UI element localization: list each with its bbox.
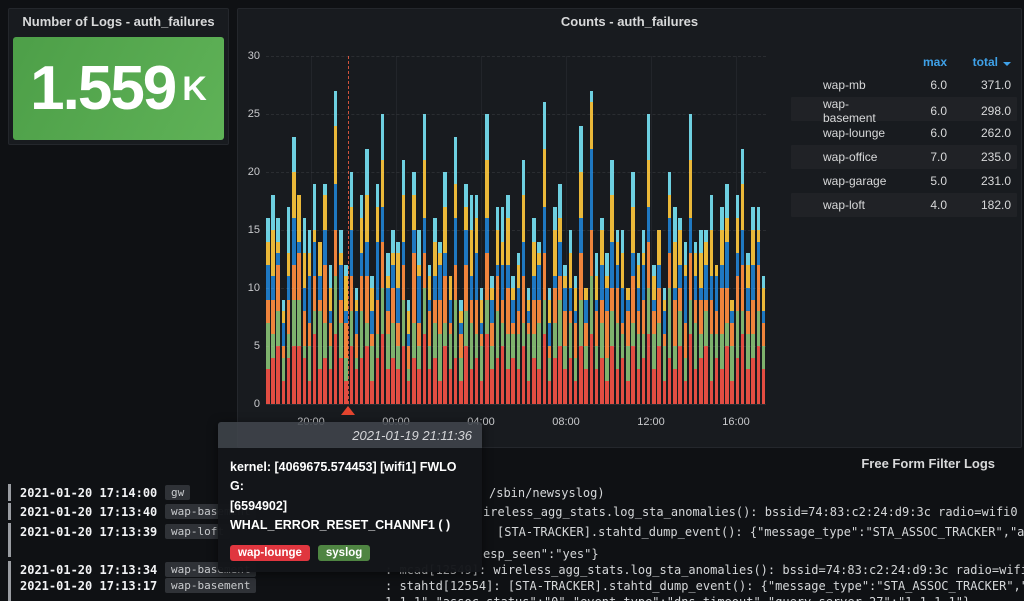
log-message-fragment: ireless_agg_stats.log_sta_anomalies(): b… (483, 505, 1024, 519)
log-timestamp: 2021-01-20 17:13:34 (20, 563, 157, 577)
log-level-bar (8, 503, 11, 520)
log-message: : stahtd[12554]: [STA-TRACKER].stahtd_du… (385, 579, 1024, 593)
log-level-bar (8, 577, 11, 601)
tooltip-message-line: kernel: [4069675.574453] [wifi1] FWLOG: (230, 458, 470, 497)
log-level-bar (8, 561, 11, 578)
tooltip-badges: wap-lounge syslog (230, 545, 470, 561)
tooltip-timestamp: 2021-01-19 21:11:36 (218, 422, 482, 448)
logs-panel: 2021-01-20 17:14:00 gw/sbin/newsyslog) 202… (0, 0, 1024, 601)
tooltip-message-line: WHAL_ERROR_RESET_CHANNF1 ( ) (230, 516, 470, 535)
log-timestamp: 2021-01-20 17:13:40 (20, 505, 157, 519)
graph-tooltip: 2021-01-19 21:11:36 kernel: [4069675.574… (218, 422, 482, 572)
log-host-badge[interactable]: wap-basement (165, 578, 256, 593)
log-message-wrapped-line: 1.1.1","assoc_status":"0","event_type":"… (385, 595, 970, 601)
tooltip-message-line: [6594902] (230, 497, 470, 516)
log-message-fragment: /sbin/newsyslog) (489, 486, 605, 500)
log-message-fragment: [STA-TRACKER].stahtd_dump_event(): {"mes… (497, 525, 1024, 539)
log-message-wrapped-line: esp_seen":"yes"} (483, 547, 599, 561)
log-timestamp: 2021-01-20 17:13:39 (20, 525, 157, 539)
log-host-badge[interactable]: gw (165, 485, 190, 500)
log-timestamp: 2021-01-20 17:14:00 (20, 486, 157, 500)
tooltip-body: kernel: [4069675.574453] [wifi1] FWLOG:[… (218, 448, 482, 572)
logs-panel-title[interactable]: Free Form Filter Logs (861, 456, 995, 471)
log-timestamp: 2021-01-20 17:13:17 (20, 579, 157, 593)
tooltip-message: kernel: [4069675.574453] [wifi1] FWLOG:[… (230, 458, 470, 536)
log-level-bar (8, 523, 11, 557)
log-level-bar (8, 484, 11, 501)
log-label-badge-wap-lounge: wap-lounge (230, 545, 310, 561)
log-label-badge-syslog: syslog (318, 545, 370, 561)
